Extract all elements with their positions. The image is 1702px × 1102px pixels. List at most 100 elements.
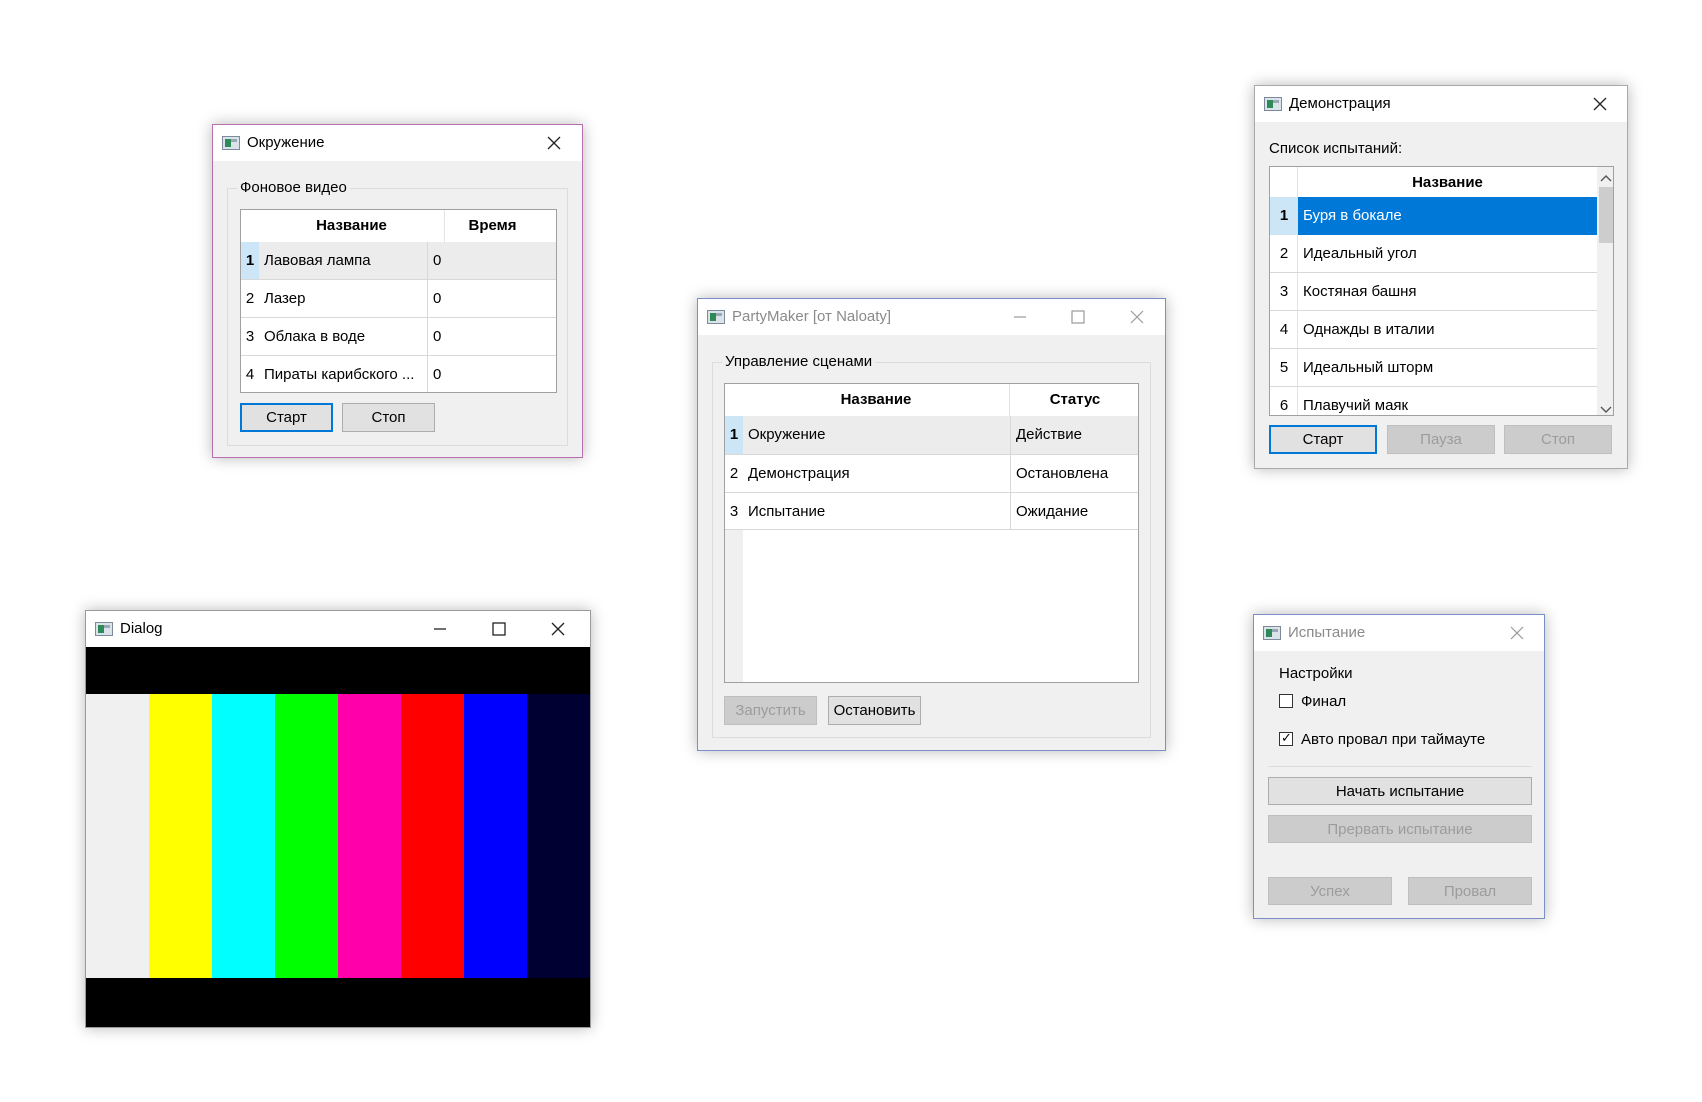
environment-titlebar[interactable]: Окружение xyxy=(213,125,582,161)
row-number: 1 xyxy=(241,242,259,279)
table-header: Название Статус xyxy=(725,384,1138,416)
run-button[interactable]: Запустить xyxy=(724,696,817,725)
table-row[interactable]: 3 Костяная башня xyxy=(1270,273,1597,311)
demo-window: Демонстрация Список испытаний: Название … xyxy=(1254,85,1628,469)
close-icon[interactable] xyxy=(1488,615,1546,651)
column-header-name[interactable]: Название xyxy=(743,384,1010,416)
table-row[interactable]: 2 Лазер 0 xyxy=(241,279,556,317)
window-title: PartyMaker [от Naloaty] xyxy=(732,308,892,325)
table-row[interactable]: 2 Идеальный угол xyxy=(1270,235,1597,273)
color-bar xyxy=(86,694,149,978)
table-row[interactable]: 5 Идеальный шторм xyxy=(1270,349,1597,387)
table-row[interactable]: 3 Облака в воде 0 xyxy=(241,317,556,355)
vertical-scrollbar[interactable] xyxy=(1597,167,1613,415)
stop-scene-button[interactable]: Остановить xyxy=(828,696,921,725)
app-icon xyxy=(1264,97,1282,111)
start-button[interactable]: Старт xyxy=(240,403,333,432)
app-icon xyxy=(1263,626,1281,640)
final-checkbox-row[interactable]: Финал xyxy=(1279,692,1519,714)
scroll-down-icon[interactable] xyxy=(1600,402,1612,415)
close-icon[interactable] xyxy=(1108,299,1166,335)
row-number: 1 xyxy=(725,416,743,454)
test-titlebar[interactable]: Испытание xyxy=(1254,615,1544,651)
row-number-gutter xyxy=(725,529,743,682)
start-button[interactable]: Старт xyxy=(1269,425,1377,454)
trial-name-cell: Идеальный шторм xyxy=(1303,359,1434,376)
maximize-icon[interactable] xyxy=(1049,299,1107,335)
column-header-time[interactable]: Время xyxy=(427,210,556,242)
color-bar xyxy=(527,694,590,978)
row-number: 2 xyxy=(729,465,739,482)
video-name-cell: Пираты карибского ... xyxy=(264,366,415,383)
scene-name-cell: Испытание xyxy=(748,503,826,520)
final-checkbox-label: Финал xyxy=(1301,693,1347,710)
video-name-cell: Лавовая лампа xyxy=(264,252,371,269)
row-number: 1 xyxy=(1270,197,1298,235)
table-row[interactable]: 1 Лавовая лампа 0 xyxy=(241,242,556,279)
scene-status-cell: Действие xyxy=(1010,416,1138,454)
trial-name-cell: Буря в бокале xyxy=(1298,197,1597,235)
row-number: 3 xyxy=(1279,283,1289,300)
scene-name-cell: Демонстрация xyxy=(748,465,850,482)
final-checkbox[interactable] xyxy=(1279,694,1293,708)
maximize-icon[interactable] xyxy=(470,611,528,647)
demo-titlebar[interactable]: Демонстрация xyxy=(1255,86,1627,122)
main-titlebar[interactable]: PartyMaker [от Naloaty] xyxy=(698,299,1165,335)
stop-button[interactable]: Стоп xyxy=(342,403,435,432)
success-button[interactable]: Успех xyxy=(1268,877,1392,905)
auto-fail-checkbox[interactable]: ✓ xyxy=(1279,730,1293,746)
video-time-cell: 0 xyxy=(427,356,556,392)
table-row[interactable]: 3 Испытание Ожидание xyxy=(725,492,1138,530)
dialog-titlebar[interactable]: Dialog xyxy=(86,611,590,647)
abort-test-button[interactable]: Прервать испытание xyxy=(1268,815,1532,843)
trials-table[interactable]: Название 1 Буря в бокале 2 Идеальный уго… xyxy=(1269,166,1614,416)
video-time-cell: 0 xyxy=(427,280,556,317)
table-row[interactable]: 1 Окружение Действие xyxy=(725,416,1138,454)
minimize-icon[interactable] xyxy=(991,299,1049,335)
settings-label: Настройки xyxy=(1279,665,1353,682)
table-header: Название xyxy=(1270,167,1613,197)
scroll-up-icon[interactable] xyxy=(1600,170,1612,187)
row-number: 5 xyxy=(1279,359,1289,376)
row-number: 6 xyxy=(1279,397,1289,414)
video-time-cell: 0 xyxy=(427,318,556,355)
pause-button[interactable]: Пауза xyxy=(1387,425,1495,454)
trial-name-cell: Костяная башня xyxy=(1303,283,1417,300)
column-header-name[interactable]: Название xyxy=(259,210,445,242)
column-header-name[interactable]: Название xyxy=(1298,167,1597,197)
video-time-cell: 0 xyxy=(427,242,556,279)
close-icon[interactable] xyxy=(1571,86,1629,122)
table-row[interactable]: 1 Буря в бокале xyxy=(1270,197,1597,235)
auto-fail-checkbox-row[interactable]: ✓ Авто провал при таймауте xyxy=(1279,730,1539,752)
scenes-table[interactable]: Название Статус 1 Окружение Действие 2 Д… xyxy=(724,383,1139,683)
minimize-icon[interactable] xyxy=(411,611,469,647)
stop-button[interactable]: Стоп xyxy=(1504,425,1612,454)
window-title: Окружение xyxy=(247,134,325,151)
table-row[interactable]: 2 Демонстрация Остановлена xyxy=(725,454,1138,492)
checkmark-icon: ✓ xyxy=(1281,730,1292,745)
table-header: Название Время xyxy=(241,210,556,242)
begin-test-button[interactable]: Начать испытание xyxy=(1268,777,1532,805)
separator xyxy=(1268,766,1532,767)
row-number: 4 xyxy=(245,366,255,383)
row-number: 2 xyxy=(1279,245,1289,262)
close-icon[interactable] xyxy=(525,125,583,161)
video-table[interactable]: Название Время 1 Лавовая лампа 0 2 Лазер… xyxy=(240,209,557,393)
column-header-status[interactable]: Статус xyxy=(1010,384,1138,416)
row-number: 4 xyxy=(1279,321,1289,338)
table-row[interactable]: 4 Пираты карибского ... 0 xyxy=(241,355,556,392)
close-icon[interactable] xyxy=(529,611,587,647)
scene-status-cell: Остановлена xyxy=(1010,455,1138,492)
app-icon xyxy=(707,310,725,324)
color-bar xyxy=(275,694,338,978)
trial-name-cell: Однажды в италии xyxy=(1303,321,1435,338)
color-bars xyxy=(86,694,590,978)
table-row[interactable]: 4 Однажды в италии xyxy=(1270,311,1597,349)
row-number: 2 xyxy=(245,290,255,307)
app-icon xyxy=(222,136,240,150)
scrollbar-thumb[interactable] xyxy=(1599,187,1613,243)
group-title: Управление сценами xyxy=(722,353,876,370)
color-bar xyxy=(464,694,527,978)
fail-button[interactable]: Провал xyxy=(1408,877,1532,905)
table-row[interactable]: 6 Плавучий маяк xyxy=(1270,387,1597,415)
